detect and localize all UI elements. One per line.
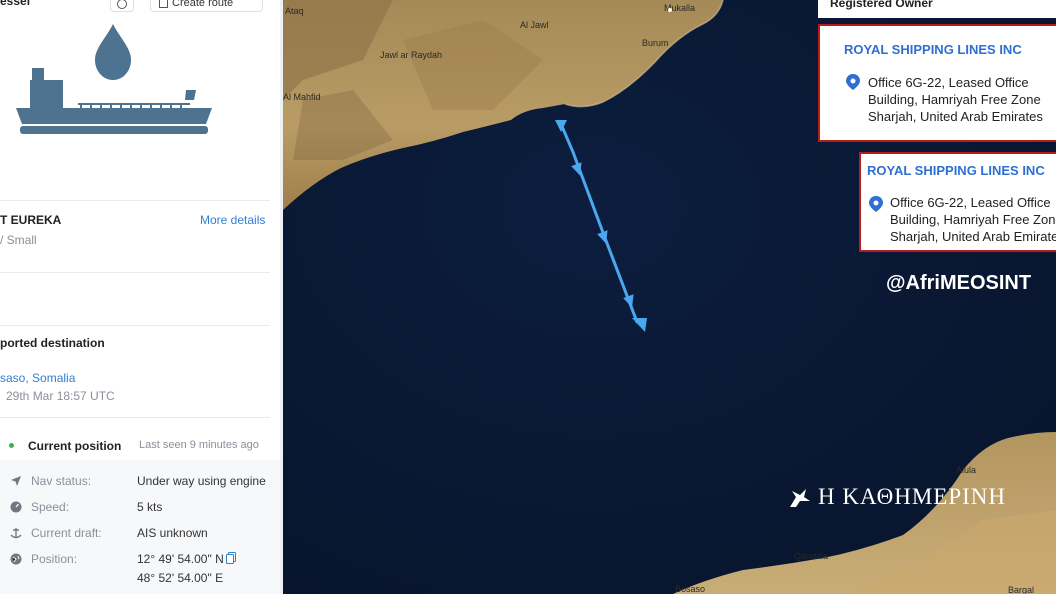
owner-address-line: Building, Hamriyah Free Zone bbox=[868, 92, 1041, 107]
owner-address-2: Office 6G-22, Leased Office Building, Ha… bbox=[890, 194, 1056, 245]
bird-logo-icon bbox=[790, 489, 810, 507]
anchor-icon bbox=[10, 528, 22, 539]
vessel-panel: essel Create route T EUREKA / Small More… bbox=[0, 0, 283, 594]
owner-header-card: Registered Owner bbox=[818, 0, 1056, 18]
reported-destination-label: ported destination bbox=[0, 336, 105, 350]
owner-name-2[interactable]: ROYAL SHIPPING LINES INC bbox=[867, 163, 1045, 178]
globe-icon bbox=[10, 553, 22, 565]
owner-address-line: Office 6G-22, Leased Office bbox=[890, 195, 1051, 210]
position-latitude: 12° 49' 54.00" N bbox=[137, 552, 224, 566]
place-ataq: Ataq bbox=[285, 6, 304, 16]
draft-value: AIS unknown bbox=[137, 526, 208, 540]
owner-address-line: Sharjah, United Arab Emirates bbox=[890, 229, 1056, 244]
navigation-arrow-icon bbox=[11, 476, 21, 486]
destination-link[interactable]: saso, Somalia bbox=[0, 371, 75, 385]
place-jawl-ar-raydah: Jawl ar Raydah bbox=[380, 50, 443, 60]
place-alula: Alula bbox=[956, 465, 977, 475]
last-seen-text: Last seen 9 minutes ago bbox=[139, 439, 259, 451]
location-pin-icon bbox=[846, 74, 860, 90]
position-label: Position: bbox=[31, 552, 78, 566]
owner-card-2: ROYAL SHIPPING LINES INC Office 6G-22, L… bbox=[859, 152, 1056, 252]
owner-card-1: ROYAL SHIPPING LINES INC Office 6G-22, L… bbox=[818, 24, 1056, 142]
vessel-name: T EUREKA bbox=[0, 213, 62, 227]
owner-name-1[interactable]: ROYAL SHIPPING LINES INC bbox=[844, 42, 1022, 57]
position-details: Nav status: Under way using engine Speed… bbox=[0, 460, 283, 594]
publisher-name: Η ΚΑΘΗΜΕΡΙΝΗ bbox=[818, 484, 1007, 509]
place-bargal: Bargal bbox=[1008, 585, 1035, 594]
current-position-label: Current position bbox=[28, 439, 122, 453]
registered-owner-header: Registered Owner bbox=[830, 0, 933, 10]
status-dot bbox=[9, 443, 14, 448]
place-bosaso: Bosaso bbox=[675, 584, 706, 594]
nav-status-label: Nav status: bbox=[31, 474, 92, 488]
satellite-map[interactable]: Ataq Mukalla Al Jawl Burum Jawl ar Rayda… bbox=[283, 0, 1056, 594]
owner-address-1: Office 6G-22, Leased Office Building, Ha… bbox=[868, 74, 1043, 125]
owner-address-line: Building, Hamriyah Free Zone bbox=[890, 212, 1056, 227]
place-al-mahfid: Al Mahfid bbox=[283, 92, 321, 102]
osint-watermark: @AfriMEOSINT bbox=[886, 272, 1032, 294]
speed-value: 5 kts bbox=[137, 500, 163, 514]
tanker-illustration bbox=[16, 24, 212, 134]
position-longitude: 48° 52' 54.00" E bbox=[137, 571, 224, 585]
place-burum: Burum bbox=[642, 38, 669, 48]
city-dot bbox=[668, 8, 672, 12]
destination-time: 29th Mar 18:57 UTC bbox=[6, 389, 115, 403]
copy-icon[interactable] bbox=[226, 552, 236, 564]
speed-icon bbox=[10, 501, 22, 513]
draft-label: Current draft: bbox=[31, 526, 102, 540]
more-details-link[interactable]: More details bbox=[200, 213, 265, 227]
place-al-jawl: Al Jawl bbox=[520, 20, 549, 30]
vessel-size: / Small bbox=[0, 233, 37, 247]
owner-address-line: Office 6G-22, Leased Office bbox=[868, 75, 1029, 90]
owner-address-line: Sharjah, United Arab Emirates bbox=[868, 109, 1043, 124]
speed-label: Speed: bbox=[31, 500, 70, 514]
nav-status-value: Under way using engine bbox=[137, 474, 266, 488]
oil-drop-icon bbox=[95, 24, 131, 80]
location-pin-icon bbox=[869, 196, 883, 212]
place-qandala: Qandala bbox=[794, 551, 829, 561]
